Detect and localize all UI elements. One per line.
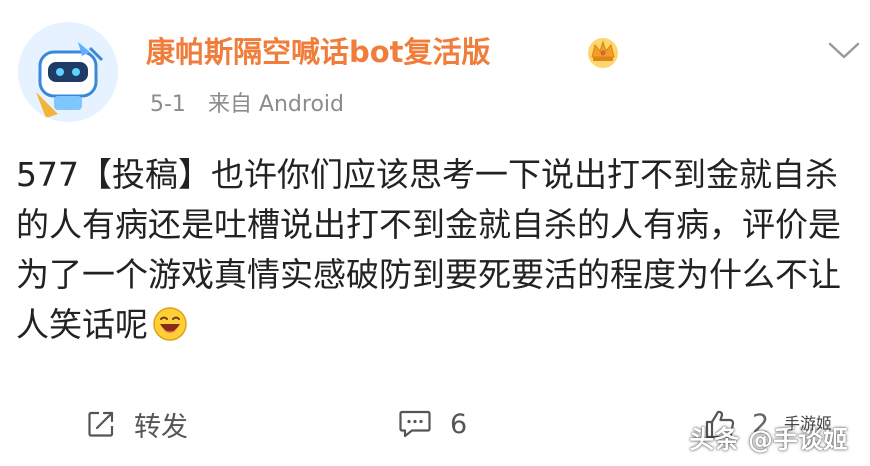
watermark: 手游姬 头条 @手谈姬 — [689, 414, 848, 462]
share-icon — [88, 411, 114, 437]
robot-avatar-icon — [18, 22, 118, 122]
laughing-emoji-icon — [153, 307, 187, 341]
post-meta: 5-1 来自 Android — [150, 88, 344, 122]
avatar[interactable] — [18, 22, 118, 122]
post-source: 来自 Android — [207, 92, 344, 117]
comment-count: 6 — [450, 408, 468, 440]
repost-button[interactable]: 转发 — [86, 402, 188, 446]
repost-label: 转发 — [134, 411, 188, 443]
username[interactable]: 康帕斯隔空喊话bot复活版 — [146, 32, 491, 72]
post-content: 577【投稿】也许你们应该思考一下说出打不到金就自杀的人有病还是吐槽说出打不到金… — [16, 150, 858, 350]
watermark-small: 手游姬 — [783, 414, 832, 433]
post-text: 577【投稿】也许你们应该思考一下说出打不到金就自杀的人有病还是吐槽说出打不到金… — [16, 155, 841, 344]
comment-button[interactable]: 6 — [398, 402, 467, 446]
comment-icon — [399, 410, 431, 438]
chevron-down-icon[interactable] — [826, 40, 862, 62]
crown-icon[interactable] — [584, 32, 622, 70]
post-date: 5-1 — [150, 92, 186, 117]
